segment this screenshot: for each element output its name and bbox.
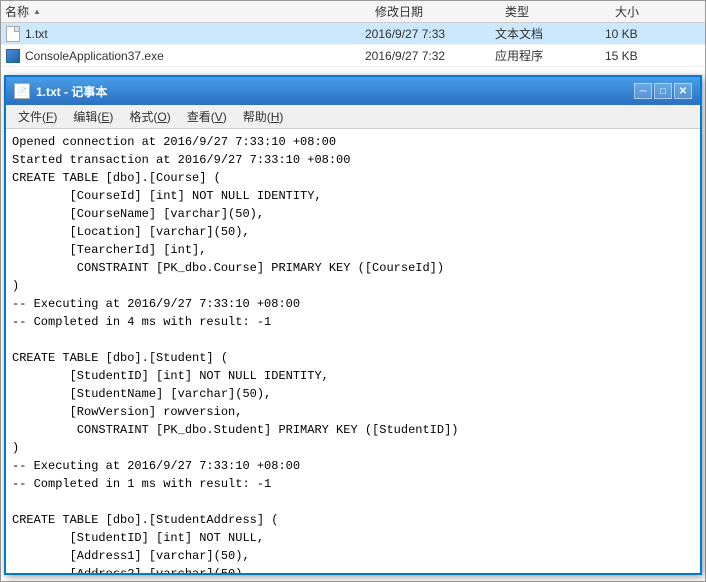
file-name: 1.txt: [25, 27, 365, 41]
table-row[interactable]: 1.txt 2016/9/27 7:33 文本文档 10 KB: [1, 23, 705, 45]
menu-file[interactable]: 文件(F): [10, 106, 65, 127]
file-date: 2016/9/27 7:33: [365, 27, 495, 41]
notepad-menubar: 文件(F) 编辑(E) 格式(O) 查看(V) 帮助(H): [6, 105, 700, 129]
file-name: ConsoleApplication37.exe: [25, 49, 365, 63]
menu-edit[interactable]: 编辑(E): [65, 106, 121, 127]
menu-format[interactable]: 格式(O): [121, 106, 178, 127]
column-type[interactable]: 类型: [505, 3, 615, 20]
column-name[interactable]: 名称 ▲: [5, 3, 375, 20]
file-size: 10 KB: [605, 27, 638, 41]
explorer-column-header: 名称 ▲ 修改日期 类型 大小: [1, 1, 705, 23]
file-type: 文本文档: [495, 25, 605, 42]
notepad-titlebar: 📄 1.txt - 记事本 ─ □ ✕: [6, 77, 700, 105]
exe-file-icon: [5, 48, 21, 64]
col-date-label: 修改日期: [375, 5, 423, 19]
txt-file-icon: [5, 26, 21, 42]
file-size: 15 KB: [605, 49, 638, 63]
notepad-title-icon: 📄: [14, 83, 30, 99]
notepad-title: 1.txt - 记事本: [36, 83, 634, 100]
txt-icon-shape: [6, 26, 20, 42]
close-button[interactable]: ✕: [674, 83, 692, 99]
minimize-button[interactable]: ─: [634, 83, 652, 99]
file-type: 应用程序: [495, 47, 605, 64]
col-name-label: 名称: [5, 3, 29, 20]
column-date[interactable]: 修改日期: [375, 3, 505, 20]
table-row[interactable]: ConsoleApplication37.exe 2016/9/27 7:32 …: [1, 45, 705, 67]
maximize-button[interactable]: □: [654, 83, 672, 99]
column-size[interactable]: 大小: [615, 3, 639, 20]
file-date: 2016/9/27 7:32: [365, 49, 495, 63]
col-type-label: 类型: [505, 5, 529, 19]
window-controls: ─ □ ✕: [634, 83, 692, 99]
sort-arrow-icon: ▲: [33, 7, 41, 16]
menu-view[interactable]: 查看(V): [179, 106, 235, 127]
menu-help[interactable]: 帮助(H): [235, 106, 292, 127]
notepad-window: 📄 1.txt - 记事本 ─ □ ✕ 文件(F) 编辑(E) 格式(O) 查看…: [4, 75, 702, 575]
notepad-text-content[interactable]: Opened connection at 2016/9/27 7:33:10 +…: [6, 129, 700, 573]
exe-icon-shape: [6, 49, 20, 63]
col-size-label: 大小: [615, 5, 639, 19]
